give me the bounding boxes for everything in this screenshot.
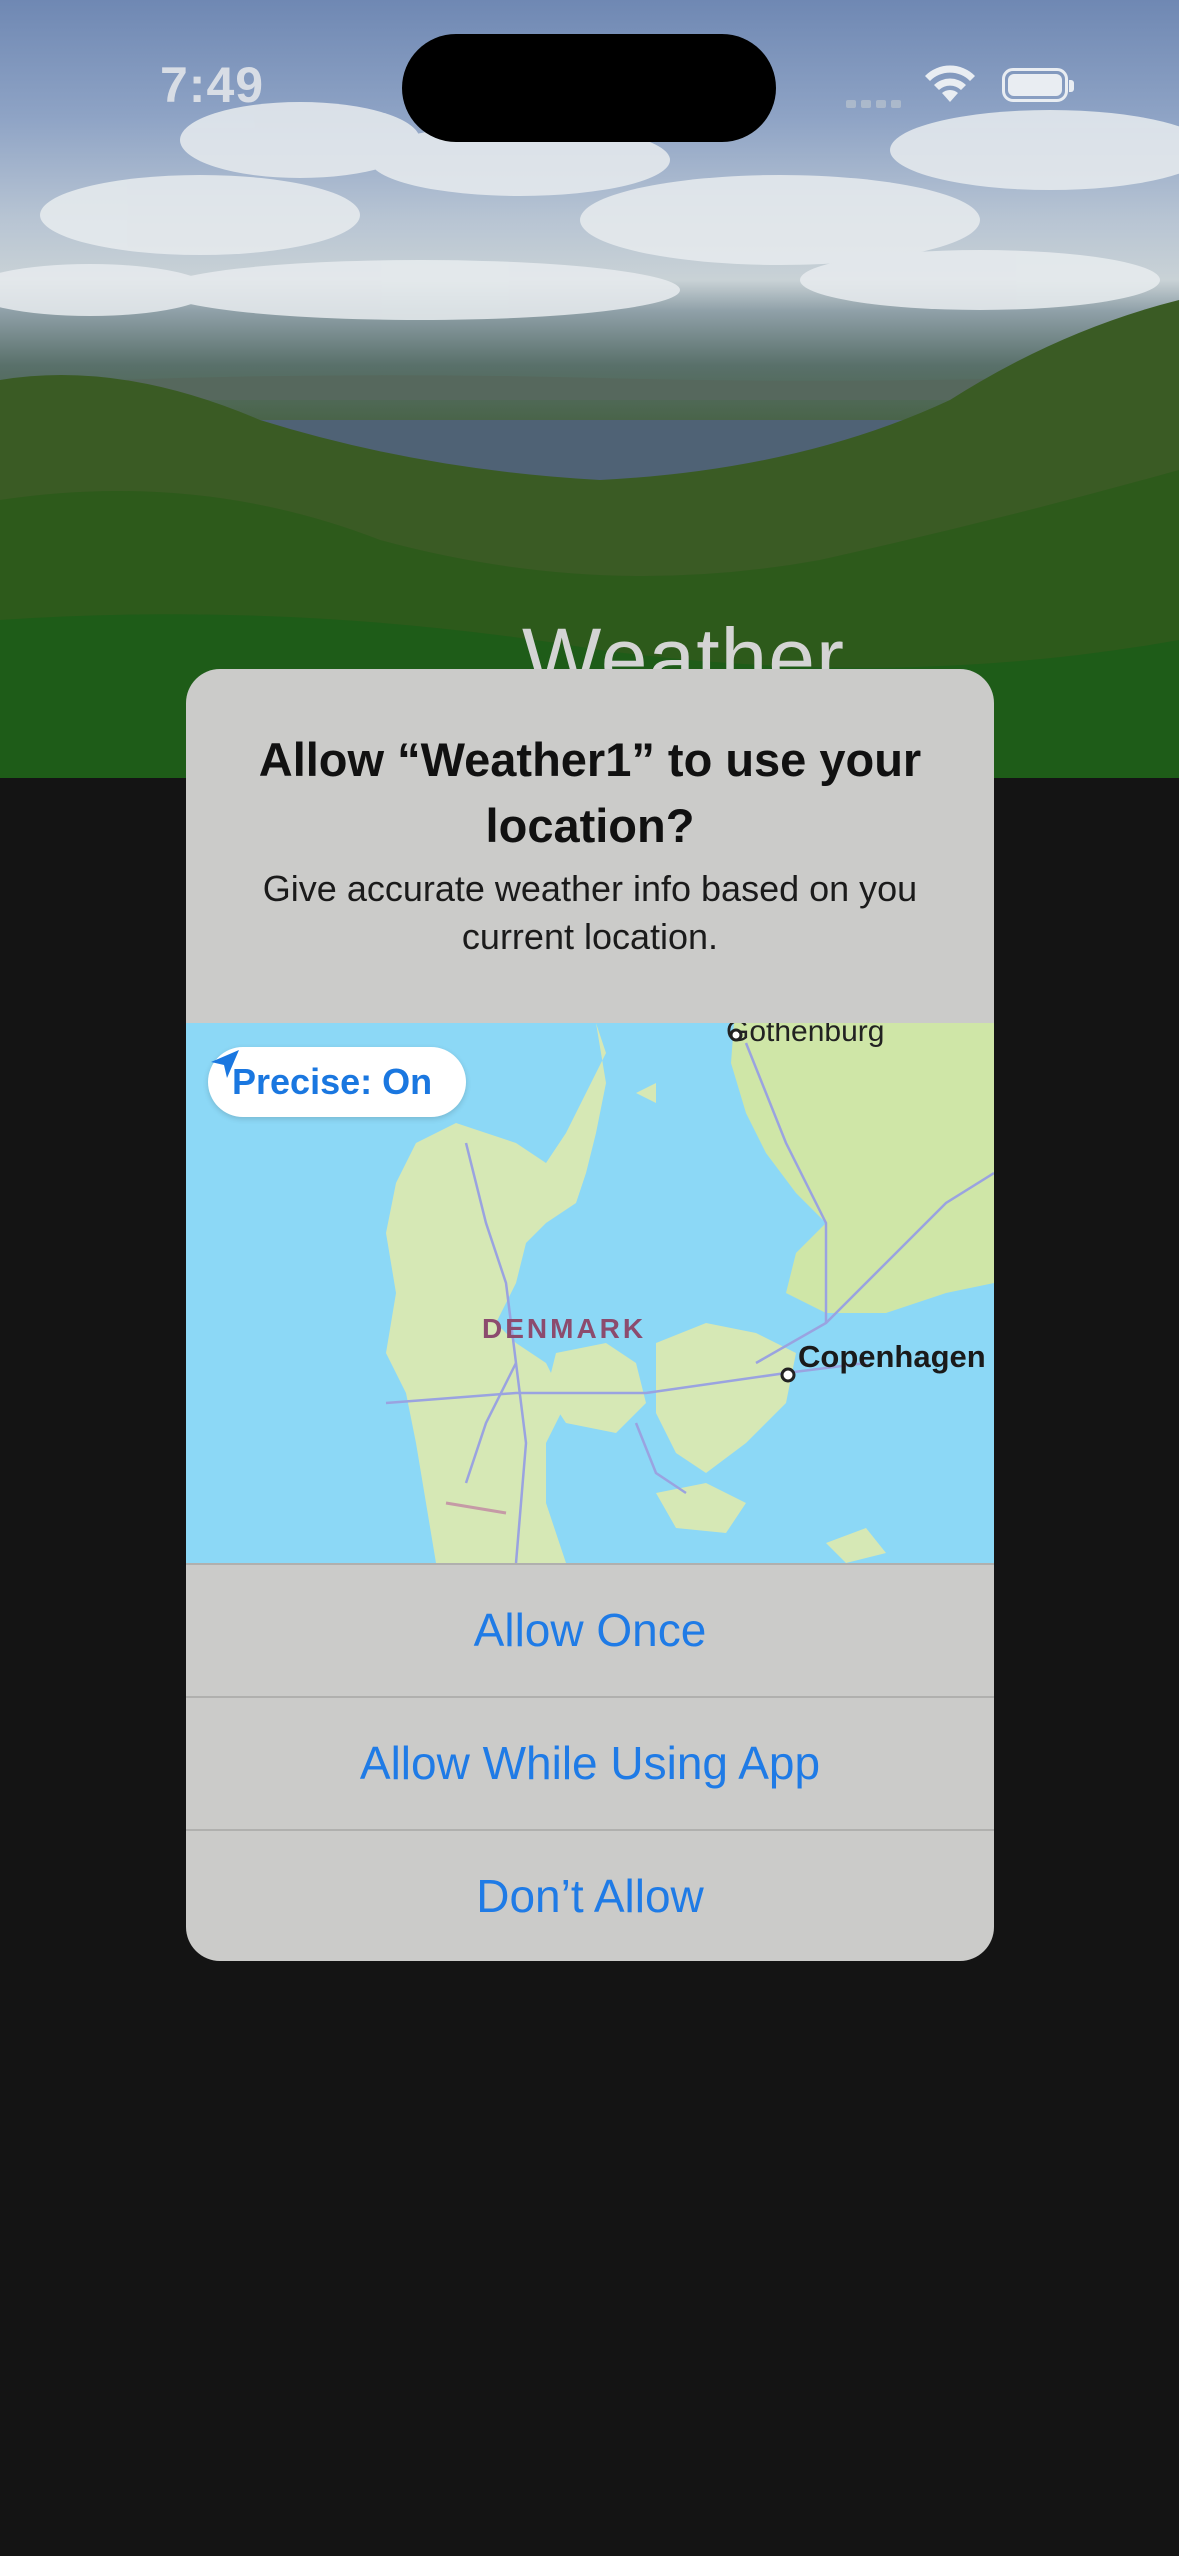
- allow-while-using-app-button[interactable]: Allow While Using App: [186, 1696, 994, 1828]
- allow-once-button[interactable]: Allow Once: [186, 1563, 994, 1695]
- map-label-copenhagen: Copenhagen: [798, 1339, 986, 1374]
- status-time: 7:49: [160, 57, 265, 113]
- location-permission-alert: Allow “Weather1” to use your location? G…: [186, 669, 994, 1961]
- map-label-gothenburg: Gothenburg: [726, 1023, 885, 1048]
- map-label-denmark: DENMARK: [482, 1313, 647, 1344]
- wifi-icon: [925, 65, 975, 102]
- location-map[interactable]: Gothenburg Copenhagen DENMARK Precise: O…: [186, 1023, 994, 1563]
- alert-message: Give accurate weather info based on you …: [262, 868, 918, 957]
- precise-toggle-label: Precise: On: [232, 1061, 433, 1102]
- alert-title: Allow “Weather1” to use your location?: [258, 733, 922, 852]
- cellular-signal-icon: [846, 95, 906, 113]
- dont-allow-button[interactable]: Don’t Allow: [186, 1829, 994, 1961]
- location-arrow-icon: [211, 1050, 239, 1078]
- precise-location-toggle[interactable]: Precise: On: [208, 1047, 467, 1117]
- battery-icon: [1002, 68, 1074, 102]
- dynamic-island: [402, 34, 776, 142]
